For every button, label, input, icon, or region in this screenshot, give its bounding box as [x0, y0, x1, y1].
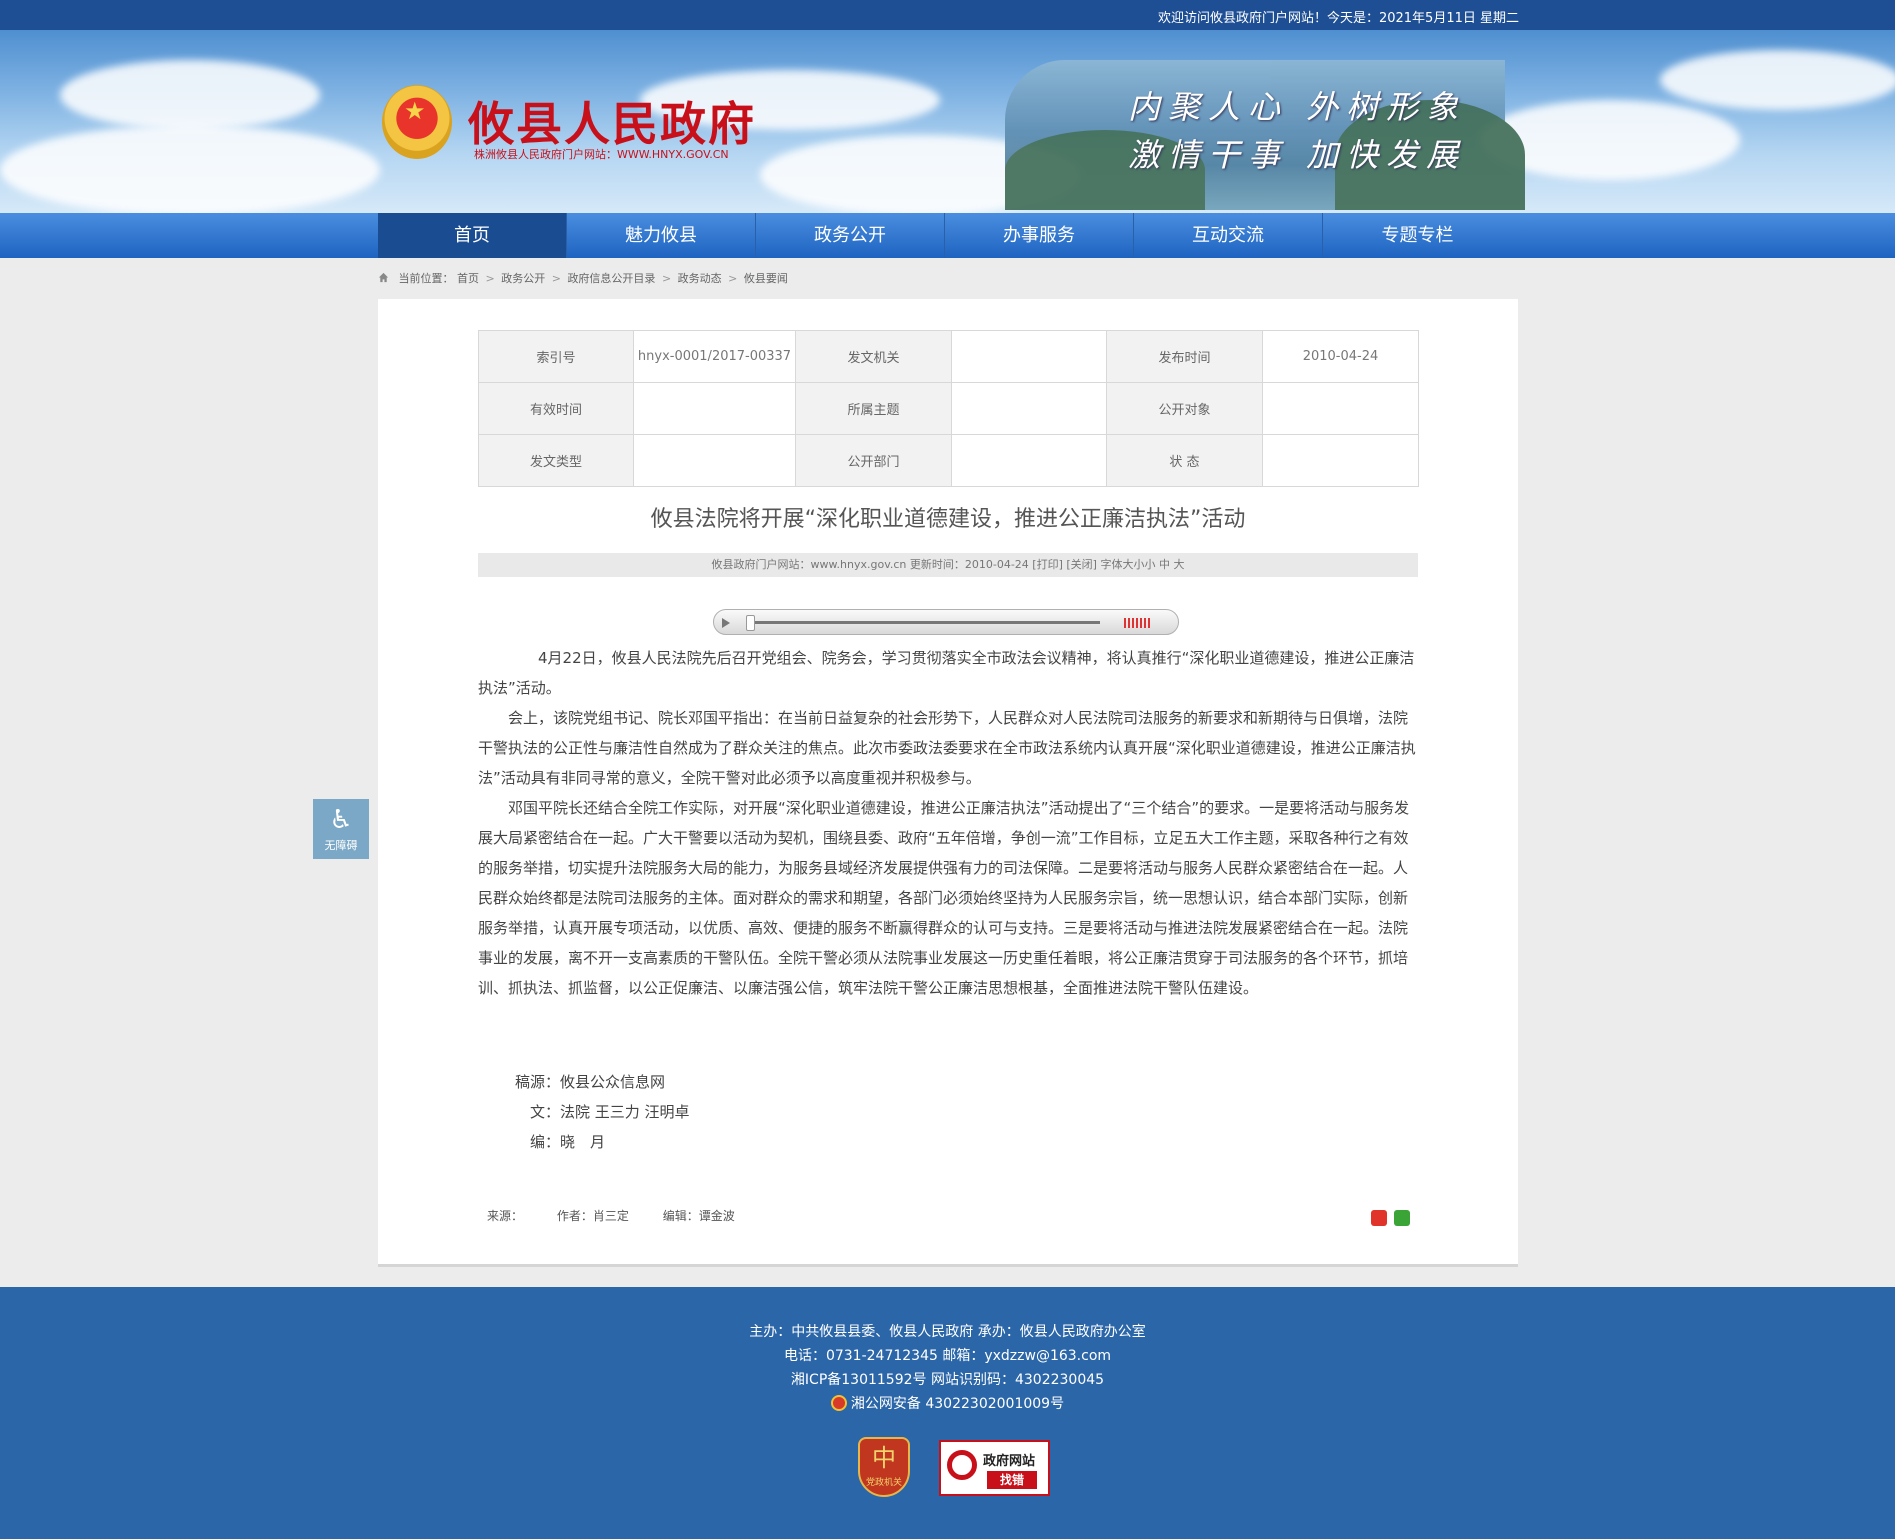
meta-value — [1262, 382, 1419, 435]
meta-key: 公开对象 — [1106, 382, 1263, 435]
nav-item-gov-affairs[interactable]: 政务公开 — [756, 213, 945, 258]
footline-source: 来源： — [487, 1209, 524, 1223]
meta-value — [633, 382, 796, 435]
article-body: 4月22日，攸县人民法院先后召开党组会、院务会，学习贯彻落实全市政法会议精神，将… — [478, 643, 1418, 1003]
site-url: 株洲攸县人民政府门户网站：WWW.HNYX.GOV.CN — [474, 148, 729, 161]
volume-icon[interactable] — [1124, 618, 1150, 628]
national-emblem-icon: ★ — [382, 85, 452, 159]
article-credits: 稿源：攸县公众信息网 文：法院 王三力 汪明卓 编：晓 月 — [515, 1067, 690, 1157]
article-paragraph: 邓国平院长还结合全院工作实际，对开展“深化职业道德建设，推进公正廉洁执法”活动提… — [478, 799, 1410, 997]
meta-key: 发布时间 — [1106, 330, 1263, 383]
credit-editor: 编：晓 月 — [515, 1133, 606, 1151]
breadcrumb-current[interactable]: 攸县要闻 — [744, 272, 788, 285]
meta-value: 2010-04-24 — [1262, 330, 1419, 383]
wheelchair-icon: ♿ — [329, 805, 353, 835]
play-icon[interactable] — [722, 618, 730, 628]
document-meta-table: 索引号 hnyx-0001/2017-00337 发文机关 发布时间 2010-… — [478, 330, 1419, 487]
party-gov-badge[interactable]: 中 党政机关 — [858, 1437, 910, 1497]
breadcrumb-separator: > — [728, 272, 738, 285]
article-paragraph: 会上，该院党组书记、院长邓国平指出：在当前日益复杂的社会形势下，人民群众对人民法… — [478, 709, 1416, 787]
progress-handle[interactable] — [746, 615, 755, 631]
article-paragraph: 4月22日，攸县人民法院先后召开党组会、院务会，学习贯彻落实全市政法会议精神，将… — [478, 649, 1415, 697]
meta-key: 有效时间 — [478, 382, 634, 435]
slogan-line-2: 激情干事 加快发展 — [1128, 136, 1467, 174]
meta-value — [951, 434, 1107, 487]
meta-value — [1262, 434, 1419, 487]
home-icon — [378, 272, 389, 283]
meta-key: 发文机关 — [795, 330, 952, 383]
site-name: 攸县人民政府 — [468, 97, 756, 151]
article-info-bar: 攸县政府门户网站：www.hnyx.gov.cn 更新时间：2010-04-24… — [478, 553, 1418, 577]
header-banner — [0, 30, 1895, 213]
breadcrumb-prefix: 当前位置： — [398, 272, 454, 285]
meta-key: 索引号 — [478, 330, 634, 383]
meta-value: hnyx-0001/2017-00337 — [633, 330, 796, 383]
breadcrumb-catalog[interactable]: 政府信息公开目录 — [567, 272, 655, 285]
nav-item-home[interactable]: 首页 — [378, 213, 567, 258]
meta-value — [633, 434, 796, 487]
footer-icp: 湘ICP备13011592号 网站识别码：4302230045 — [790, 1372, 1105, 1388]
meta-key: 发文类型 — [478, 434, 634, 487]
breadcrumb-separator: > — [661, 272, 672, 285]
article-panel: 索引号 hnyx-0001/2017-00337 发文机关 发布时间 2010-… — [378, 299, 1518, 1267]
nav-item-topics[interactable]: 专题专栏 — [1323, 213, 1512, 258]
footline-editor: 编辑：谭金波 — [662, 1209, 735, 1223]
article-title: 攸县法院将开展“深化职业道德建设，推进公正廉洁执法”活动 — [650, 507, 1246, 532]
breadcrumb-separator: > — [551, 272, 561, 285]
breadcrumb-separator: > — [485, 272, 495, 285]
meta-key: 公开部门 — [795, 434, 952, 487]
weibo-share-icon[interactable] — [1371, 1210, 1387, 1226]
meta-key: 状 态 — [1106, 434, 1263, 487]
party-gov-badge-glyph: 中 — [872, 1444, 896, 1472]
breadcrumb-news[interactable]: 政务动态 — [678, 272, 722, 285]
nav-item-charm[interactable]: 魅力攸县 — [567, 213, 756, 258]
credit-source: 稿源：攸县公众信息网 — [515, 1073, 666, 1091]
wechat-share-icon[interactable] — [1394, 1210, 1410, 1226]
footer-contact: 电话：0731-24712345 邮箱：yxdzzw@163.com — [783, 1348, 1112, 1364]
site-footer: 主办：中共攸县县委、攸县人民政府 承办：攸县人民政府办公室 电话：0731-24… — [0, 1287, 1895, 1539]
breadcrumb: 当前位置： 首页 > 政务公开 > 政府信息公开目录 > 政务动态 > 攸县要闻 — [378, 270, 788, 286]
welcome-text: 欢迎访问攸县政府门户网站！今天是：2021年5月11日 星期二 — [1157, 11, 1519, 26]
nav-item-interaction[interactable]: 互动交流 — [1134, 213, 1323, 258]
audio-player — [713, 609, 1179, 635]
credit-author: 文：法院 王三力 汪明卓 — [515, 1103, 690, 1121]
nav-item-services[interactable]: 办事服务 — [945, 213, 1134, 258]
top-bar: 欢迎访问攸县政府门户网站！今天是：2021年5月11日 星期二 — [0, 0, 1895, 30]
gov-site-error-report-badge[interactable]: 政府网站 找错 — [939, 1440, 1050, 1496]
error-badge-title: 政府网站 — [983, 1454, 1036, 1469]
breadcrumb-gov-affairs[interactable]: 政务公开 — [501, 272, 545, 285]
meta-value — [951, 330, 1107, 383]
magnifier-icon — [947, 1450, 977, 1480]
article-footline: 来源： 作者：肖三定 编辑：谭金波 — [487, 1207, 765, 1224]
breadcrumb-home[interactable]: 首页 — [457, 272, 479, 285]
meta-value — [951, 382, 1107, 435]
main-nav: 首页 魅力攸县 政务公开 办事服务 互动交流 专题专栏 — [0, 213, 1895, 258]
meta-key: 所属主题 — [795, 382, 952, 435]
progress-track[interactable] — [750, 621, 1100, 624]
police-badge-icon — [830, 1395, 847, 1411]
accessibility-label: 无障碍 — [324, 839, 358, 852]
footline-author: 作者：肖三定 — [556, 1209, 629, 1223]
accessibility-button[interactable]: ♿ 无障碍 — [313, 799, 369, 859]
error-badge-action: 找错 — [987, 1471, 1037, 1489]
party-gov-badge-label: 党政机关 — [865, 1478, 902, 1488]
slogan-line-1: 内聚人心 外树形象 — [1128, 88, 1467, 126]
footer-police-record[interactable]: 湘公网安备 43022302001009号 — [851, 1396, 1064, 1412]
footer-sponsor: 主办：中共攸县县委、攸县人民政府 承办：攸县人民政府办公室 — [749, 1324, 1146, 1340]
